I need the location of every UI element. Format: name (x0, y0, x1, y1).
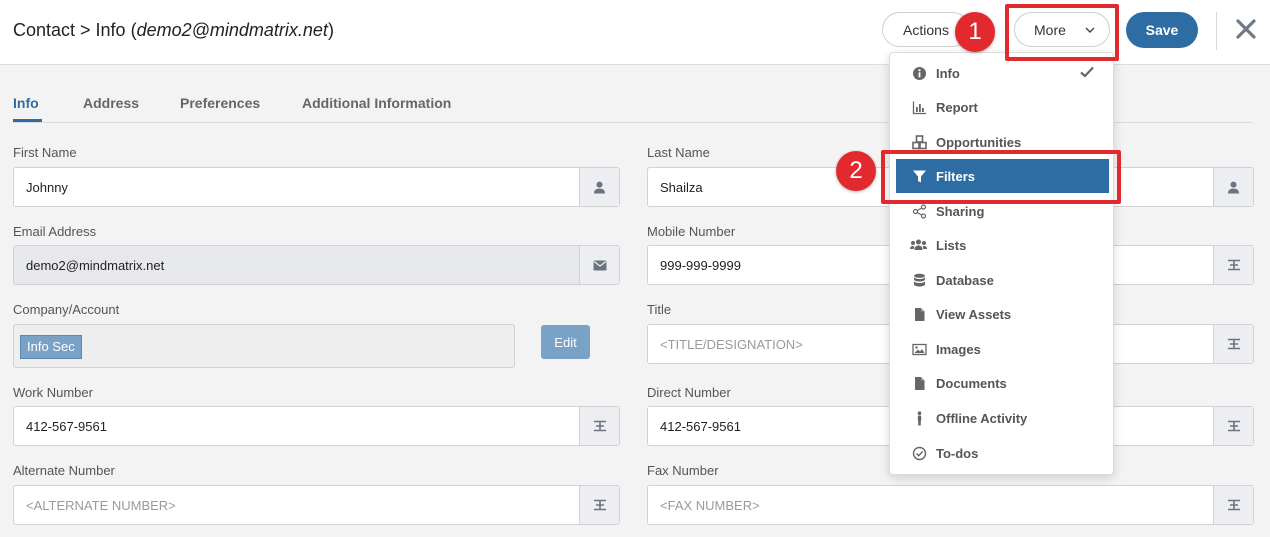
close-icon[interactable] (1234, 17, 1258, 41)
email-label: Email Address (13, 224, 97, 239)
more-dropdown-menu: Info Report Opportunities Filters Sharin… (889, 52, 1114, 475)
last-name-addon[interactable] (1213, 168, 1253, 206)
menu-item-report[interactable]: Report (890, 90, 1113, 124)
header-divider (1216, 12, 1217, 50)
direct-number-label: Direct Number (647, 385, 731, 400)
tab-info[interactable]: Info (13, 95, 39, 111)
menu-item-offline-activity[interactable]: Offline Activity (890, 401, 1113, 435)
highlight-more-button (1005, 4, 1119, 61)
menu-item-label: Sharing (936, 203, 985, 219)
work-number-value: 412-567-9561 (26, 419, 107, 434)
menu-item-database[interactable]: Database (890, 263, 1113, 297)
checkmark-icon (1080, 66, 1094, 78)
cubes-icon (912, 135, 927, 150)
fax-number-addon[interactable] (1213, 486, 1253, 524)
menu-item-images[interactable]: Images (890, 332, 1113, 366)
work-number-addon[interactable] (579, 407, 619, 445)
alternate-number-placeholder: <ALTERNATE NUMBER> (26, 498, 176, 513)
first-name-value: Johnny (26, 180, 68, 195)
menu-item-label: Lists (936, 237, 967, 253)
person-icon (917, 411, 922, 426)
email-addon[interactable] (579, 246, 619, 284)
highlight-filters-item (881, 150, 1121, 204)
last-name-value: Shailza (660, 180, 703, 195)
company-label: Company/Account (13, 302, 120, 317)
mobile-number-value: 999-999-9999 (660, 258, 741, 273)
title-label: Title (647, 302, 672, 317)
save-button[interactable]: Save (1126, 12, 1198, 48)
users-icon (910, 239, 927, 250)
work-number-label: Work Number (13, 385, 93, 400)
menu-item-todos[interactable]: To-dos (890, 436, 1113, 470)
alternate-number-label: Alternate Number (13, 463, 115, 478)
file-icon (915, 308, 925, 321)
direct-number-addon[interactable] (1213, 407, 1253, 445)
mobile-number-label: Mobile Number (647, 224, 736, 239)
tab-address[interactable]: Address (83, 95, 139, 111)
menu-item-documents[interactable]: Documents (890, 366, 1113, 400)
menu-item-label: Database (936, 272, 994, 288)
step-badge-1: 1 (955, 12, 995, 52)
menu-item-info[interactable]: Info (890, 56, 1113, 90)
tab-additional-information[interactable]: Additional Information (302, 95, 451, 111)
title-email: demo2@mindmatrix.net (136, 20, 328, 40)
title-suffix: ) (327, 20, 334, 40)
menu-item-lists[interactable]: Lists (890, 228, 1113, 262)
info-icon (913, 67, 926, 80)
menu-item-label: Info (936, 65, 960, 81)
format-icon (593, 499, 606, 511)
user-icon (594, 181, 605, 193)
email-field[interactable]: demo2@mindmatrix.net (13, 245, 620, 285)
user-icon (1228, 181, 1239, 193)
last-name-label: Last Name (647, 145, 710, 160)
menu-item-label: Offline Activity (936, 410, 1028, 426)
menu-item-label: Images (936, 341, 981, 357)
title-addon[interactable] (1213, 325, 1253, 363)
first-name-field[interactable]: Johnny (13, 167, 620, 207)
first-name-addon[interactable] (579, 168, 619, 206)
menu-item-label: Documents (936, 375, 1007, 391)
mobile-number-addon[interactable] (1213, 246, 1253, 284)
title-placeholder: <TITLE/DESIGNATION> (660, 337, 803, 352)
tab-preferences[interactable]: Preferences (180, 95, 260, 111)
menu-item-view-assets[interactable]: View Assets (890, 297, 1113, 331)
menu-item-label: Opportunities (936, 134, 1022, 150)
menu-item-label: View Assets (936, 306, 1012, 322)
format-icon (1227, 420, 1240, 432)
format-icon (1227, 499, 1240, 511)
step-badge-2: 2 (836, 151, 876, 191)
envelope-icon (593, 260, 606, 270)
company-field[interactable]: Info Sec (13, 324, 515, 368)
menu-item-label: Report (936, 99, 978, 115)
edit-company-button[interactable]: Edit (541, 325, 590, 359)
share-icon (912, 204, 927, 219)
active-tab-indicator (13, 119, 42, 122)
format-icon (1227, 259, 1240, 271)
alternate-number-addon[interactable] (579, 486, 619, 524)
image-icon (912, 343, 927, 356)
format-icon (593, 420, 606, 432)
alternate-number-field[interactable]: <ALTERNATE NUMBER> (13, 485, 620, 525)
format-icon (1227, 338, 1240, 350)
company-chip[interactable]: Info Sec (20, 335, 82, 359)
menu-item-label: To-dos (936, 445, 979, 461)
first-name-label: First Name (13, 145, 77, 160)
fax-number-field[interactable]: <FAX NUMBER> (647, 485, 1254, 525)
email-value: demo2@mindmatrix.net (26, 258, 165, 273)
direct-number-value: 412-567-9561 (660, 419, 741, 434)
work-number-field[interactable]: 412-567-9561 (13, 406, 620, 446)
fax-number-placeholder: <FAX NUMBER> (660, 498, 760, 513)
fax-number-label: Fax Number (647, 463, 719, 478)
page-title: Contact > Info (demo2@mindmatrix.net) (13, 20, 334, 41)
title-prefix: Contact > Info ( (13, 20, 137, 40)
document-icon (915, 377, 925, 390)
check-circle-icon (912, 446, 927, 461)
database-icon (914, 273, 925, 287)
bar-chart-icon (912, 101, 926, 115)
